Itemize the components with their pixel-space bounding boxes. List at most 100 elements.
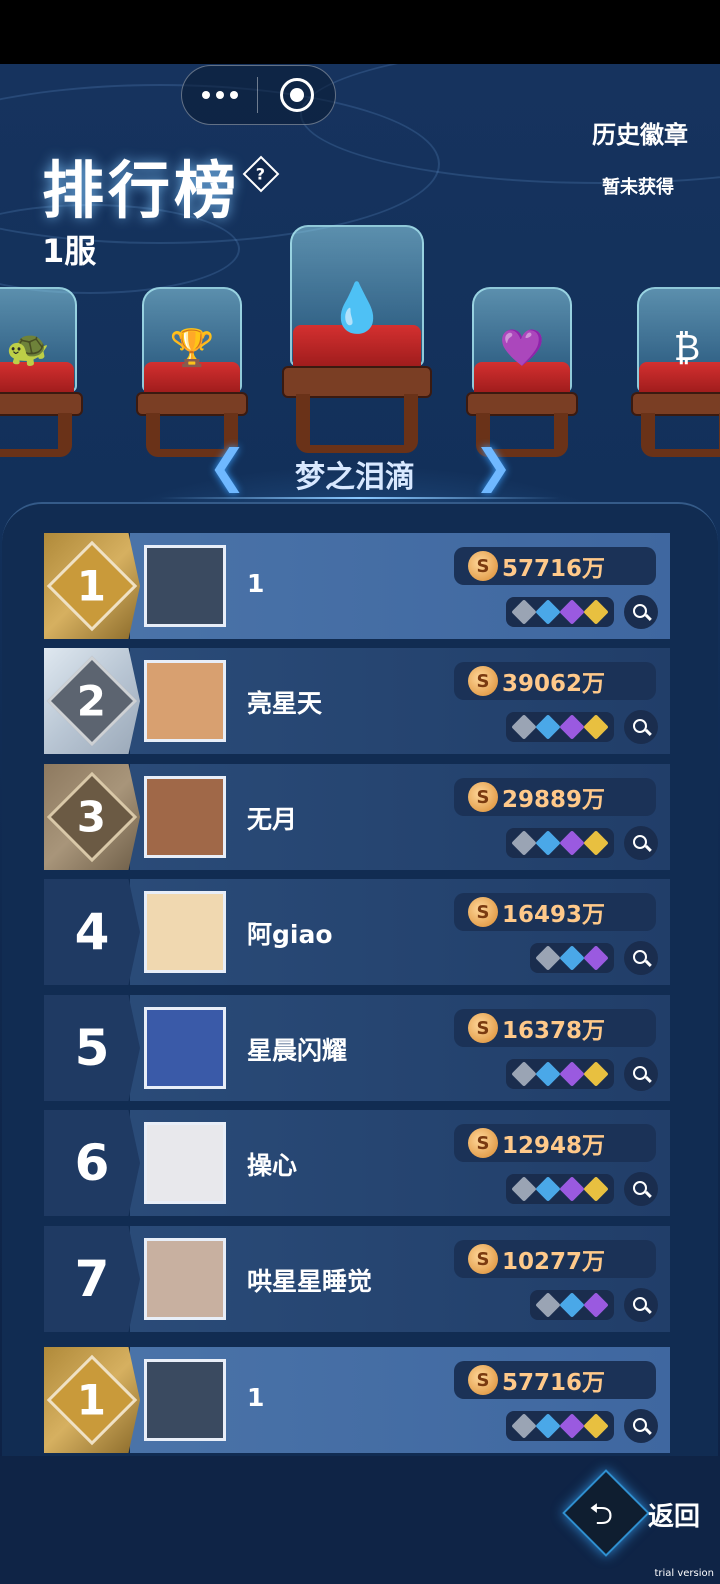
magnifier-lens xyxy=(632,1417,647,1432)
carousel-next-button[interactable]: ❯ xyxy=(474,443,513,489)
badge-list xyxy=(506,1059,614,1089)
badge-list xyxy=(506,828,614,858)
carousel-prev-button[interactable]: ❮ xyxy=(208,443,247,489)
avatar[interactable] xyxy=(144,660,226,742)
score-value: 12948万 xyxy=(502,1133,606,1159)
diamond-badge-icon xyxy=(559,945,585,971)
magnifier-lens xyxy=(632,1065,647,1080)
search-icon[interactable] xyxy=(624,1057,658,1091)
diamond-badge-icon xyxy=(583,1413,609,1439)
magnifier-lens xyxy=(632,834,647,849)
rank-number: 5 xyxy=(44,995,140,1101)
search-icon[interactable] xyxy=(624,710,658,744)
search-icon[interactable] xyxy=(624,595,658,629)
server-label: 1服 xyxy=(42,232,97,270)
badge-list xyxy=(506,1174,614,1204)
diamond-badge-icon xyxy=(559,1292,585,1318)
money-bag-icon: S xyxy=(468,1365,498,1395)
score-value: 16378万 xyxy=(502,1018,606,1044)
score-value: 16493万 xyxy=(502,902,606,928)
diamond-badge-icon xyxy=(559,1413,585,1439)
history-badges-button[interactable]: 历史徽章 xyxy=(592,115,688,150)
player-name: 哄星星睡觉 xyxy=(247,1267,373,1296)
stand-legs xyxy=(296,393,418,453)
diamond-badge-icon xyxy=(511,599,537,625)
score-value: 57716万 xyxy=(502,1370,606,1396)
diamond-badge-icon xyxy=(535,599,561,625)
diamond-badge-icon xyxy=(583,1176,609,1202)
diamond-badge-icon xyxy=(583,830,609,856)
avatar[interactable] xyxy=(144,1007,226,1089)
search-icon[interactable] xyxy=(624,1409,658,1443)
search-icon[interactable] xyxy=(624,941,658,975)
search-icon[interactable] xyxy=(624,1288,658,1322)
badge-pedestal[interactable]: ₿ xyxy=(627,287,720,457)
search-icon[interactable] xyxy=(624,826,658,860)
my-rank-row[interactable]: 1 1 S 57716万 xyxy=(44,1347,670,1455)
score-box: S 10277万 xyxy=(454,1240,656,1278)
diamond-badge-icon xyxy=(559,1061,585,1087)
player-name: 1 xyxy=(247,1383,265,1412)
avatar[interactable] xyxy=(144,1359,226,1441)
ranking-row[interactable]: 5 星晨闪耀 S 16378万 xyxy=(44,995,670,1103)
back-arrow-icon[interactable]: ⮌ xyxy=(589,1492,613,1543)
ranking-row[interactable]: 1 1 S 57716万 xyxy=(44,533,670,641)
player-name: 操心 xyxy=(247,1151,298,1180)
badge-pedestal[interactable]: 💧 xyxy=(277,225,437,453)
mini-program-capsule xyxy=(181,65,336,125)
ranking-row[interactable]: 3 无月 S 29889万 xyxy=(44,764,670,872)
badge-list xyxy=(530,943,614,973)
diamond-badge-icon xyxy=(583,1061,609,1087)
badge-pedestal[interactable]: 🏆 xyxy=(132,287,252,457)
avatar[interactable] xyxy=(144,1238,226,1320)
money-bag-icon: S xyxy=(468,897,498,927)
money-bag-icon: S xyxy=(468,1244,498,1274)
score-box: S 12948万 xyxy=(454,1124,656,1162)
status-bar xyxy=(0,0,720,64)
diamond-badge-icon xyxy=(535,1061,561,1087)
badge-pedestal[interactable]: 🐢 xyxy=(0,287,86,457)
badge-pedestal[interactable]: 💜 xyxy=(462,287,582,457)
search-icon[interactable] xyxy=(624,1172,658,1206)
heart-gem-icon: 💜 xyxy=(499,328,545,370)
turtle-icon: 🐢 xyxy=(6,328,50,369)
diamond-badge-icon xyxy=(511,830,537,856)
page-title: 排行榜 xyxy=(42,154,241,227)
avatar[interactable] xyxy=(144,545,226,627)
more-dots-icon[interactable] xyxy=(182,91,257,99)
magnifier-lens xyxy=(632,718,647,733)
money-bag-icon: S xyxy=(468,1128,498,1158)
selected-badge-name: 梦之泪滴 xyxy=(295,460,415,495)
avatar[interactable] xyxy=(144,776,226,858)
ranking-row[interactable]: 7 哄星星睡觉 S 10277万 xyxy=(44,1226,670,1334)
rank-number: 6 xyxy=(44,1110,140,1216)
rank-medal-icon: 2 xyxy=(46,655,138,747)
diamond-badge-icon xyxy=(583,945,609,971)
avatar[interactable] xyxy=(144,1122,226,1204)
diamond-badge-icon xyxy=(511,1413,537,1439)
golden-trophy-icon: 🏆 xyxy=(169,328,215,370)
score-box: S 16378万 xyxy=(454,1009,656,1047)
magnifier-lens xyxy=(632,603,647,618)
rank-medal-icon: 3 xyxy=(46,771,138,863)
score-value: 10277万 xyxy=(502,1249,606,1275)
player-name: 星晨闪耀 xyxy=(247,1036,348,1065)
history-badges-status: 暂未获得 xyxy=(602,177,674,198)
back-label[interactable]: 返回 xyxy=(648,1496,700,1533)
diamond-badge-icon xyxy=(535,1413,561,1439)
rank-number: 1 xyxy=(77,561,107,611)
ranking-row[interactable]: 6 操心 S 12948万 xyxy=(44,1110,670,1218)
bitcoin-icon: ₿ xyxy=(673,328,701,370)
ranking-row[interactable]: 4 阿giao S 16493万 xyxy=(44,879,670,987)
player-name: 亮星天 xyxy=(247,689,323,718)
score-box: S 39062万 xyxy=(454,662,656,700)
rank-number: 3 xyxy=(77,792,107,842)
magnifier-lens xyxy=(632,1180,647,1195)
diamond-badge-icon xyxy=(583,714,609,740)
target-circle-icon[interactable] xyxy=(258,78,335,112)
ranking-row[interactable]: 2 亮星天 S 39062万 xyxy=(44,648,670,756)
score-value: 29889万 xyxy=(502,787,606,813)
diamond-badge-icon xyxy=(559,830,585,856)
avatar[interactable] xyxy=(144,891,226,973)
diamond-badge-icon xyxy=(583,599,609,625)
